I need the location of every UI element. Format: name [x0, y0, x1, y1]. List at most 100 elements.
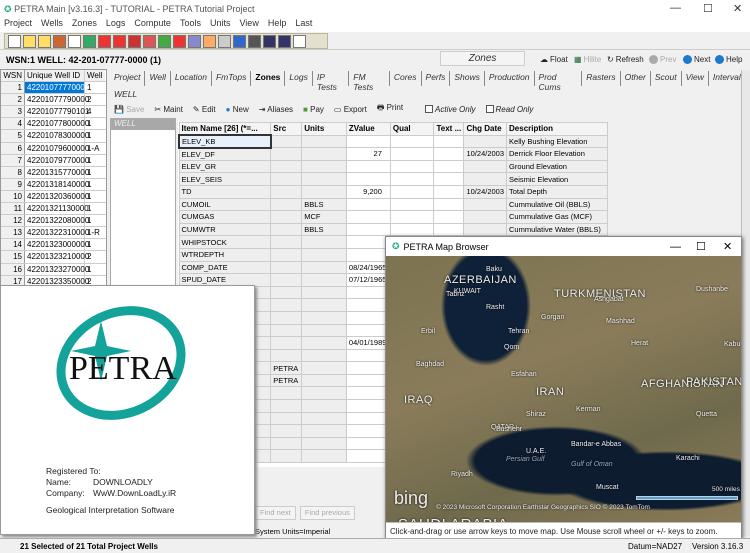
grid-cell[interactable] — [345, 373, 391, 388]
grid-cell[interactable] — [301, 386, 347, 401]
well-row[interactable]: 12 42201322080000 1 — [1, 215, 106, 228]
grid-cell[interactable] — [270, 210, 303, 224]
grid-column-header[interactable]: Units — [301, 122, 347, 136]
well-row[interactable]: 15 42201323210000 2 — [1, 251, 106, 264]
grid-cell[interactable] — [345, 361, 391, 375]
grid-cell[interactable]: BBLS — [301, 222, 347, 237]
grid-cell[interactable] — [345, 172, 391, 186]
grid-cell[interactable]: ELEV_SEIS — [178, 172, 272, 186]
refresh-button[interactable]: ↻ Refresh — [607, 55, 644, 64]
grid-cell[interactable] — [301, 172, 347, 186]
grid-cell[interactable] — [389, 184, 435, 199]
well-row[interactable]: 2 42201077790000 2 — [1, 94, 106, 107]
grid-cell[interactable] — [270, 411, 303, 426]
grid-cell[interactable] — [345, 235, 391, 249]
grid-cell[interactable]: 10/24/2003 — [463, 184, 508, 199]
grid-cell[interactable] — [463, 210, 508, 224]
help-button[interactable]: Help — [715, 55, 742, 64]
grid-cell[interactable]: Cummulative Oil (BBLS) — [506, 197, 608, 212]
find-previous-button[interactable]: Find previous — [299, 506, 355, 520]
toolbar-button-icon[interactable] — [173, 35, 186, 48]
toolbar-button-icon[interactable] — [68, 35, 81, 48]
grid-cell[interactable] — [433, 147, 465, 161]
grid-cell[interactable] — [463, 222, 508, 237]
tab-cores[interactable]: Cores — [390, 71, 422, 86]
well-row[interactable]: 13 42201322310000 1-R — [1, 227, 106, 240]
well-row[interactable]: 9 42201318140000 1 — [1, 178, 106, 191]
well-row[interactable]: 14 42201323000000 1 — [1, 239, 106, 252]
grid-cell[interactable] — [433, 222, 465, 237]
grid-cell[interactable] — [270, 260, 303, 275]
grid-cell[interactable] — [345, 310, 391, 325]
grid-cell[interactable] — [345, 436, 391, 451]
grid-cell[interactable] — [301, 247, 347, 262]
grid-cell[interactable] — [301, 235, 347, 249]
grid-cell[interactable] — [463, 172, 508, 186]
grid-cell[interactable] — [270, 298, 303, 312]
grid-cell[interactable] — [345, 449, 391, 464]
grid-cell[interactable]: ELEV_KB — [178, 134, 272, 149]
save-button[interactable]: 💾 Save — [114, 105, 144, 114]
tab-prod-cums[interactable]: Prod Cums — [535, 71, 583, 92]
grid-cell[interactable]: Total Depth — [506, 184, 608, 199]
grid-column-header[interactable]: ZValue — [345, 122, 391, 136]
grid-cell[interactable] — [270, 184, 303, 199]
grid-cell[interactable] — [301, 361, 347, 375]
column-header[interactable]: WSN — [1, 70, 25, 82]
edit-button[interactable]: ✎ Edit — [193, 105, 216, 114]
grid-cell[interactable] — [301, 147, 347, 161]
menu-help[interactable]: Help — [268, 18, 287, 32]
well-row[interactable]: 11 42201321130000 1 — [1, 203, 106, 216]
grid-cell[interactable]: Kelly Bushing Elevation — [506, 134, 608, 149]
tab-scout[interactable]: Scout — [651, 71, 682, 86]
toolbar-button-icon[interactable] — [293, 35, 306, 48]
grid-row[interactable]: ELEV_DF 27 10/24/2003 Derrick Floor Elevati… — [178, 147, 608, 161]
read-only-checkbox[interactable]: Read Only — [485, 105, 533, 114]
column-header[interactable]: Unique Well ID — [25, 70, 85, 82]
grid-cell[interactable] — [345, 424, 391, 438]
vertical-scrollbar[interactable] — [741, 70, 750, 536]
tab-fmtops[interactable]: FmTops — [212, 71, 252, 86]
grid-cell[interactable] — [433, 159, 465, 174]
tab-shows[interactable]: Shows — [450, 71, 485, 86]
toolbar-button-icon[interactable] — [143, 35, 156, 48]
tab-perfs[interactable]: Perfs — [422, 71, 451, 86]
grid-cell[interactable] — [301, 285, 347, 300]
well-row[interactable]: 7 42201079770000 1 — [1, 154, 106, 167]
grid-cell[interactable]: Ground Elevation — [506, 159, 608, 174]
menu-logs[interactable]: Logs — [106, 18, 126, 32]
grid-cell[interactable] — [270, 235, 303, 249]
grid-cell[interactable] — [301, 424, 347, 438]
tab-project[interactable]: Project — [110, 71, 146, 86]
well-row[interactable]: 16 42201323270000 1 — [1, 263, 106, 276]
well-row[interactable]: 8 42201315770000 1 — [1, 166, 106, 179]
well-panel-item[interactable]: WELL — [111, 119, 175, 130]
grid-cell[interactable] — [270, 285, 303, 300]
map-maximize-button[interactable]: ☐ — [696, 240, 706, 253]
aliases-button[interactable]: ⇥ Aliases — [259, 105, 293, 114]
map-close-button[interactable]: ✕ — [723, 240, 732, 253]
grid-column-header[interactable]: Qual — [389, 122, 435, 136]
grid-cell[interactable]: ELEV_GR — [178, 159, 272, 174]
grid-cell[interactable] — [301, 348, 347, 363]
toolbar-button-icon[interactable] — [188, 35, 201, 48]
column-header[interactable]: Well — [85, 70, 105, 82]
menu-last[interactable]: Last — [295, 18, 312, 32]
maximize-button[interactable]: ☐ — [703, 2, 713, 15]
grid-cell[interactable] — [301, 184, 347, 199]
grid-cell[interactable] — [301, 273, 347, 287]
grid-cell[interactable] — [433, 134, 465, 149]
grid-cell[interactable]: BBLS — [301, 197, 347, 212]
active-only-checkbox[interactable]: Active Only — [425, 105, 476, 114]
grid-cell[interactable] — [433, 210, 465, 224]
grid-cell[interactable]: Derrick Floor Elevation — [506, 147, 608, 161]
grid-cell[interactable]: 9,200 — [345, 184, 391, 199]
tab-logs[interactable]: Logs — [285, 71, 313, 86]
toolbar-button-icon[interactable] — [83, 35, 96, 48]
tab-zones[interactable]: Zones — [251, 71, 286, 86]
toolbar-button-icon[interactable] — [218, 35, 231, 48]
grid-cell[interactable] — [345, 323, 391, 338]
grid-cell[interactable]: PETRA — [270, 373, 303, 388]
grid-cell[interactable] — [345, 197, 391, 212]
grid-cell[interactable] — [345, 348, 391, 363]
